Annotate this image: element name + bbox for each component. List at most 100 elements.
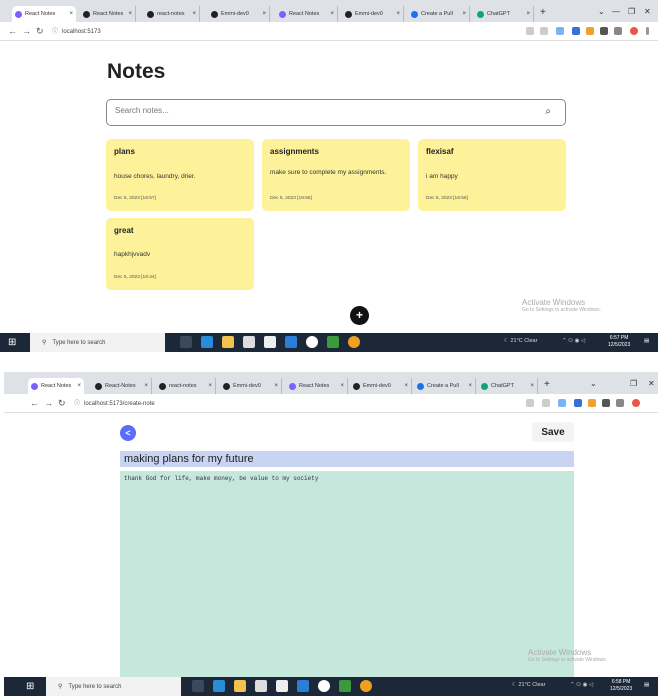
tab-close-icon[interactable]: ×	[459, 11, 469, 17]
notification-icon[interactable]: ▤	[644, 338, 649, 344]
tab-close-icon[interactable]: ×	[527, 383, 537, 389]
extension-icon[interactable]	[558, 399, 566, 407]
mail-icon[interactable]	[276, 680, 288, 692]
browser-tab[interactable]: Emmi-dev0 ×	[350, 378, 412, 394]
close-window-icon[interactable]: ✕	[644, 7, 651, 16]
save-button[interactable]: Save	[532, 422, 574, 442]
chevron-down-icon[interactable]: ⌄	[598, 7, 605, 16]
tab-close-icon[interactable]: ×	[205, 383, 215, 389]
windows-start-icon[interactable]: ⊞	[8, 337, 16, 348]
taskbar-clock[interactable]: 6:57 PM 12/5/2023	[608, 335, 630, 349]
browser-tab[interactable]: React Notes ×	[28, 378, 84, 394]
file-explorer-icon[interactable]	[222, 336, 234, 348]
search-input[interactable]	[115, 106, 515, 115]
tab-close-icon[interactable]: ×	[465, 383, 475, 389]
browser-tab[interactable]: react-notes ×	[144, 6, 200, 22]
browser-tab[interactable]: Emmi-dev0 ×	[342, 6, 404, 22]
browser-tab[interactable]: Emmi-dev0 ×	[220, 378, 282, 394]
bookmark-star-icon[interactable]	[540, 27, 548, 35]
note-title-input[interactable]	[120, 451, 574, 467]
back-arrow-icon[interactable]: ←	[30, 398, 39, 408]
puzzle-icon[interactable]	[600, 27, 608, 35]
taskbar-search[interactable]: ⚲ Type here to search	[46, 677, 181, 696]
tab-close-icon[interactable]: ×	[337, 383, 347, 389]
tab-close-icon[interactable]: ×	[125, 11, 135, 17]
extension-icon[interactable]	[574, 399, 582, 407]
note-card[interactable]: assignments make sure to complete my ass…	[262, 139, 410, 211]
note-card[interactable]: plans house chores, laundry, drier. Dec …	[106, 139, 254, 211]
edge-icon[interactable]	[201, 336, 213, 348]
store-icon[interactable]	[255, 680, 267, 692]
restore-icon[interactable]: ❐	[630, 379, 637, 388]
reload-icon[interactable]: ↻	[36, 26, 44, 37]
browser-tab[interactable]: ChatGPT ×	[478, 378, 538, 394]
taskbar-clock[interactable]: 6:58 PM 12/5/2023	[610, 679, 632, 693]
chrome-icon[interactable]	[360, 680, 372, 692]
browser-tab[interactable]: React-Notes ×	[92, 378, 152, 394]
system-tray-icons[interactable]: ⌃ ⚇ ◉ ◁	[570, 682, 593, 688]
browser-tab[interactable]: Create a Pull ×	[414, 378, 476, 394]
search-icon[interactable]: ⌕	[545, 106, 551, 117]
back-button[interactable]: <	[120, 425, 136, 441]
vscode-icon[interactable]	[285, 336, 297, 348]
add-note-button[interactable]: +	[350, 306, 369, 325]
task-view-icon[interactable]	[180, 336, 192, 348]
tab-close-icon[interactable]: ×	[393, 11, 403, 17]
notification-icon[interactable]: ▤	[644, 682, 649, 688]
vscode-icon[interactable]	[297, 680, 309, 692]
url-field[interactable]: ⓘ localhost:5173/create-note	[74, 398, 155, 407]
note-details-textarea[interactable]: thank God for life, make money, be value…	[120, 471, 574, 683]
task-view-icon[interactable]	[192, 680, 204, 692]
weather-status[interactable]: ☾ 21°C Clear	[512, 682, 545, 688]
tab-close-icon[interactable]: ×	[401, 383, 411, 389]
forward-arrow-icon[interactable]: →	[44, 398, 53, 408]
forward-arrow-icon[interactable]: →	[22, 26, 31, 36]
browser-tab[interactable]: React Notes ×	[12, 6, 76, 22]
tab-close-icon[interactable]: ×	[66, 11, 76, 17]
store-icon[interactable]	[243, 336, 255, 348]
tab-close-icon[interactable]: ×	[74, 383, 84, 389]
weather-status[interactable]: ☾ 21°C Clear	[504, 338, 537, 344]
browser-tab[interactable]: React Notes ×	[80, 6, 136, 22]
sidebar-icon[interactable]	[614, 27, 622, 35]
taskbar-search[interactable]: ⚲ Type here to search	[30, 333, 165, 352]
share-icon[interactable]	[526, 399, 534, 407]
tab-close-icon[interactable]: ×	[189, 11, 199, 17]
file-explorer-icon[interactable]	[234, 680, 246, 692]
extension-icon[interactable]	[572, 27, 580, 35]
profile-avatar[interactable]	[632, 399, 640, 407]
url-field[interactable]: ⓘ localhost:5173	[52, 26, 101, 35]
extension-icon[interactable]	[586, 27, 594, 35]
bookmark-star-icon[interactable]	[542, 399, 550, 407]
minimize-icon[interactable]: —	[612, 7, 620, 16]
github-desktop-icon[interactable]	[318, 680, 330, 692]
node-icon[interactable]	[327, 336, 339, 348]
note-card[interactable]: great hapkhjvvadv Dec 5, 2023 [18:44]	[106, 218, 254, 290]
extension-icon[interactable]	[556, 27, 564, 35]
mail-icon[interactable]	[264, 336, 276, 348]
chrome-icon[interactable]	[348, 336, 360, 348]
share-icon[interactable]	[526, 27, 534, 35]
note-card[interactable]: flexisaf i am happy Dec 5, 2023 [18:56]	[418, 139, 566, 211]
back-arrow-icon[interactable]: ←	[8, 26, 17, 36]
restore-icon[interactable]: ❐	[628, 7, 635, 16]
edge-icon[interactable]	[213, 680, 225, 692]
puzzle-icon[interactable]	[602, 399, 610, 407]
tab-close-icon[interactable]: ×	[259, 11, 269, 17]
github-desktop-icon[interactable]	[306, 336, 318, 348]
close-window-icon[interactable]: ✕	[648, 379, 655, 388]
kebab-menu-icon[interactable]	[646, 27, 649, 35]
extension-icon[interactable]	[588, 399, 596, 407]
new-tab-icon[interactable]: +	[540, 7, 546, 18]
browser-tab[interactable]: ChatGPT ×	[474, 6, 534, 22]
browser-tab[interactable]: Create a Pull ×	[408, 6, 470, 22]
tab-close-icon[interactable]: ×	[523, 11, 533, 17]
profile-avatar[interactable]	[630, 27, 638, 35]
node-icon[interactable]	[339, 680, 351, 692]
tab-close-icon[interactable]: ×	[271, 383, 281, 389]
sidebar-icon[interactable]	[616, 399, 624, 407]
browser-tab[interactable]: react-notes ×	[156, 378, 216, 394]
system-tray-icons[interactable]: ⌃ ⚇ ◉ ◁	[562, 338, 585, 344]
tab-close-icon[interactable]: ×	[141, 383, 151, 389]
browser-tab[interactable]: Emmi-dev0 ×	[208, 6, 270, 22]
